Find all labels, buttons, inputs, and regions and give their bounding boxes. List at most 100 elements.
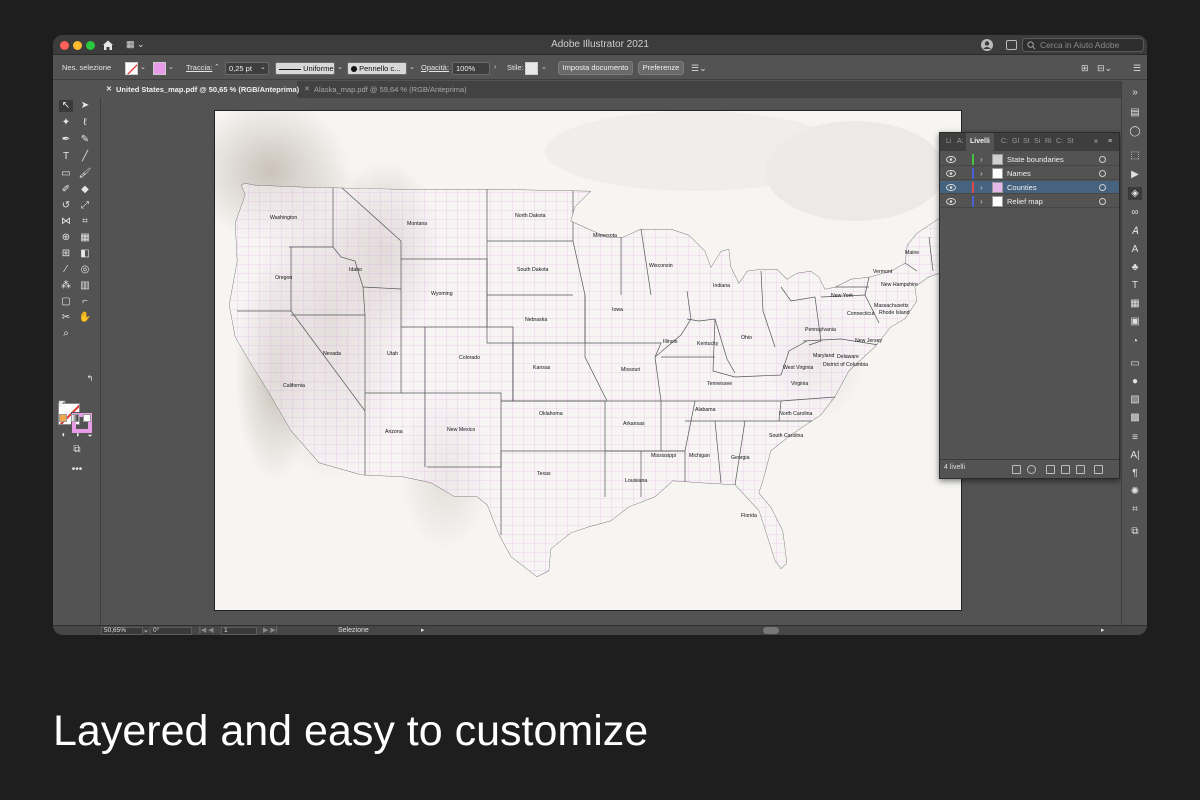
tab-united-states-map[interactable]: ✕ United States_map.pdf @ 50,65 % (RGB/A… bbox=[101, 81, 299, 98]
type-tool-icon[interactable]: T bbox=[59, 151, 73, 163]
paragraph-icon[interactable]: ¶ bbox=[1128, 467, 1142, 480]
glyphs-icon[interactable]: ▣ bbox=[1128, 315, 1142, 328]
layer-name[interactable]: Names bbox=[1007, 167, 1031, 180]
document-setup-button[interactable]: Imposta documento bbox=[558, 61, 633, 75]
collapse-dock-icon[interactable]: » bbox=[1128, 86, 1142, 99]
type-panel-icon[interactable]: T bbox=[1128, 279, 1142, 292]
visibility-eye-icon[interactable] bbox=[946, 156, 956, 163]
transform-panel-icon[interactable]: ⌗ bbox=[1128, 503, 1142, 516]
paragraph-styles-icon[interactable]: A bbox=[1128, 243, 1142, 256]
perspective-grid-tool-icon[interactable]: ▦ bbox=[78, 232, 92, 244]
libraries-icon[interactable]: ◯ bbox=[1128, 125, 1142, 138]
opacity-field[interactable]: 100% bbox=[452, 62, 490, 75]
layer-name[interactable]: Counties bbox=[1007, 181, 1037, 194]
stroke-weight-dropdown-icon[interactable]: ⌄ bbox=[260, 63, 266, 73]
blend-tool-icon[interactable]: ◎ bbox=[78, 264, 92, 276]
rotate-tool-icon[interactable]: ↺ bbox=[59, 200, 73, 212]
screen-mode-icon[interactable]: ⧉ bbox=[68, 444, 86, 456]
artboards-icon[interactable]: ⧉ bbox=[1128, 525, 1142, 538]
stroke-swatch[interactable] bbox=[153, 62, 166, 75]
expand-layer-icon[interactable]: › bbox=[980, 195, 983, 208]
color-guide-icon[interactable]: ◔ bbox=[1128, 335, 1142, 348]
stroke-profile-select[interactable]: Uniforme bbox=[275, 62, 335, 75]
swatches-icon[interactable]: ▩ bbox=[1128, 411, 1142, 424]
brush-dropdown-icon[interactable]: ⌄ bbox=[409, 63, 415, 73]
free-transform-tool-icon[interactable]: ⌗ bbox=[78, 216, 92, 228]
export-icon[interactable] bbox=[1012, 465, 1021, 474]
expand-layer-icon[interactable]: › bbox=[980, 167, 983, 180]
zoom-field[interactable]: 50,65% bbox=[101, 627, 143, 635]
layer-row[interactable]: › State boundaries bbox=[940, 153, 1119, 166]
line-tool-icon[interactable]: ╱ bbox=[78, 151, 92, 163]
artboard-number-field[interactable]: 1 bbox=[221, 627, 257, 635]
swap-fill-stroke-icon[interactable]: ↰ bbox=[83, 373, 97, 385]
actions-icon[interactable]: ▶ bbox=[1128, 168, 1142, 181]
eraser-tool-icon[interactable]: ◆ bbox=[78, 184, 92, 196]
curvature-tool-icon[interactable]: ✎ bbox=[78, 134, 92, 146]
status-mode[interactable]: Selezione bbox=[338, 626, 369, 635]
arrange-panels-icon[interactable] bbox=[1006, 40, 1017, 50]
layer-row[interactable]: › Relief map bbox=[940, 195, 1119, 208]
layer-target-icon[interactable] bbox=[1099, 198, 1106, 205]
magic-wand-tool-icon[interactable]: ✦ bbox=[59, 117, 73, 129]
align-panel-icon[interactable]: ≡ bbox=[1128, 431, 1142, 444]
status-menu-icon[interactable]: ▸ bbox=[421, 626, 425, 635]
opacity-label[interactable]: Opacità: bbox=[421, 56, 449, 80]
stroke-label[interactable]: Traccia: bbox=[186, 56, 212, 80]
more-options-icon[interactable]: ☰⌄ bbox=[691, 63, 707, 73]
rectangle-tool-icon[interactable]: ▭ bbox=[59, 168, 73, 180]
trash-icon[interactable] bbox=[1094, 465, 1103, 474]
scissors-tool-icon[interactable]: ✂ bbox=[59, 312, 73, 324]
graph-tool-icon[interactable]: ▥ bbox=[78, 280, 92, 292]
layers-icon[interactable]: ◈ bbox=[1128, 187, 1142, 200]
transparency-icon[interactable]: ✺ bbox=[1128, 485, 1142, 498]
new-sublayer-icon[interactable] bbox=[1061, 465, 1070, 474]
tab-alaska-map[interactable]: ✕ Alaska_map.pdf @ 59,64 % (RGB/Anteprim… bbox=[299, 81, 499, 98]
character-styles-icon[interactable]: 𝐴 bbox=[1128, 225, 1142, 238]
first-artboard-icon[interactable]: |◀ ◀ bbox=[199, 626, 214, 635]
gradient-tool-icon[interactable]: ◧ bbox=[78, 248, 92, 260]
layer-name[interactable]: Relief map bbox=[1007, 195, 1043, 208]
user-icon[interactable] bbox=[980, 38, 994, 52]
properties-icon[interactable]: ▤ bbox=[1128, 106, 1142, 119]
next-artboard-icon[interactable]: ▶ ▶| bbox=[263, 626, 278, 635]
layer-target-icon[interactable] bbox=[1099, 170, 1106, 177]
close-tab-icon[interactable]: ✕ bbox=[304, 81, 310, 98]
visibility-eye-icon[interactable] bbox=[946, 198, 956, 205]
opacity-expand-icon[interactable]: › bbox=[494, 63, 496, 73]
character-icon[interactable]: A| bbox=[1128, 449, 1142, 462]
stroke-stepper-icon[interactable]: ⌃ bbox=[214, 63, 220, 73]
panel-tab[interactable]: C: bbox=[1001, 133, 1008, 151]
layer-target-icon[interactable] bbox=[1099, 156, 1106, 163]
rotation-field[interactable]: 0° bbox=[150, 627, 192, 635]
layer-target-icon[interactable] bbox=[1099, 184, 1106, 191]
more-tools-icon[interactable]: ••• bbox=[68, 464, 86, 476]
appearance-icon[interactable]: ● bbox=[1128, 375, 1142, 388]
gradient-mode-icon[interactable] bbox=[71, 414, 79, 422]
horizontal-scrollbar-thumb[interactable] bbox=[763, 627, 779, 634]
panel-tab[interactable]: Ri bbox=[1045, 133, 1052, 151]
layer-row-selected[interactable]: › Counties bbox=[940, 181, 1119, 194]
lasso-tool-icon[interactable]: ℓ bbox=[78, 117, 92, 129]
close-tab-icon[interactable]: ✕ bbox=[106, 81, 112, 98]
control-bar-menu-icon[interactable]: ☰ bbox=[1133, 63, 1141, 73]
visibility-eye-icon[interactable] bbox=[946, 184, 956, 191]
scale-tool-icon[interactable]: ⤢ bbox=[78, 200, 92, 212]
mesh-tool-icon[interactable]: ⊞ bbox=[59, 248, 73, 260]
preferences-button[interactable]: Preferenze bbox=[638, 61, 684, 75]
default-colors-icon[interactable]: ◩ bbox=[55, 398, 69, 410]
artboard-tool-icon[interactable]: ▢ bbox=[59, 296, 73, 308]
export-panel-icon[interactable]: ⬚ bbox=[1128, 149, 1142, 162]
expand-layer-icon[interactable]: › bbox=[980, 153, 983, 166]
brushes-icon[interactable]: ▦ bbox=[1128, 297, 1142, 310]
symbol-sprayer-tool-icon[interactable]: ⁂ bbox=[59, 280, 73, 292]
panel-tab[interactable]: Gl bbox=[1012, 133, 1019, 151]
stroke-dropdown-icon[interactable]: ⌄ bbox=[168, 63, 174, 73]
panel-tab[interactable]: Li bbox=[946, 133, 951, 151]
stroke-profile-dropdown-icon[interactable]: ⌄ bbox=[337, 63, 343, 73]
help-search-input[interactable]: Cerca in Aiuto Adobe bbox=[1022, 38, 1144, 52]
zoom-dropdown-icon[interactable]: ⌄ bbox=[143, 626, 149, 635]
graphic-style-swatch[interactable] bbox=[525, 62, 538, 75]
fill-swatch[interactable] bbox=[125, 62, 138, 75]
brush-select[interactable]: Pennello c... bbox=[347, 62, 407, 75]
